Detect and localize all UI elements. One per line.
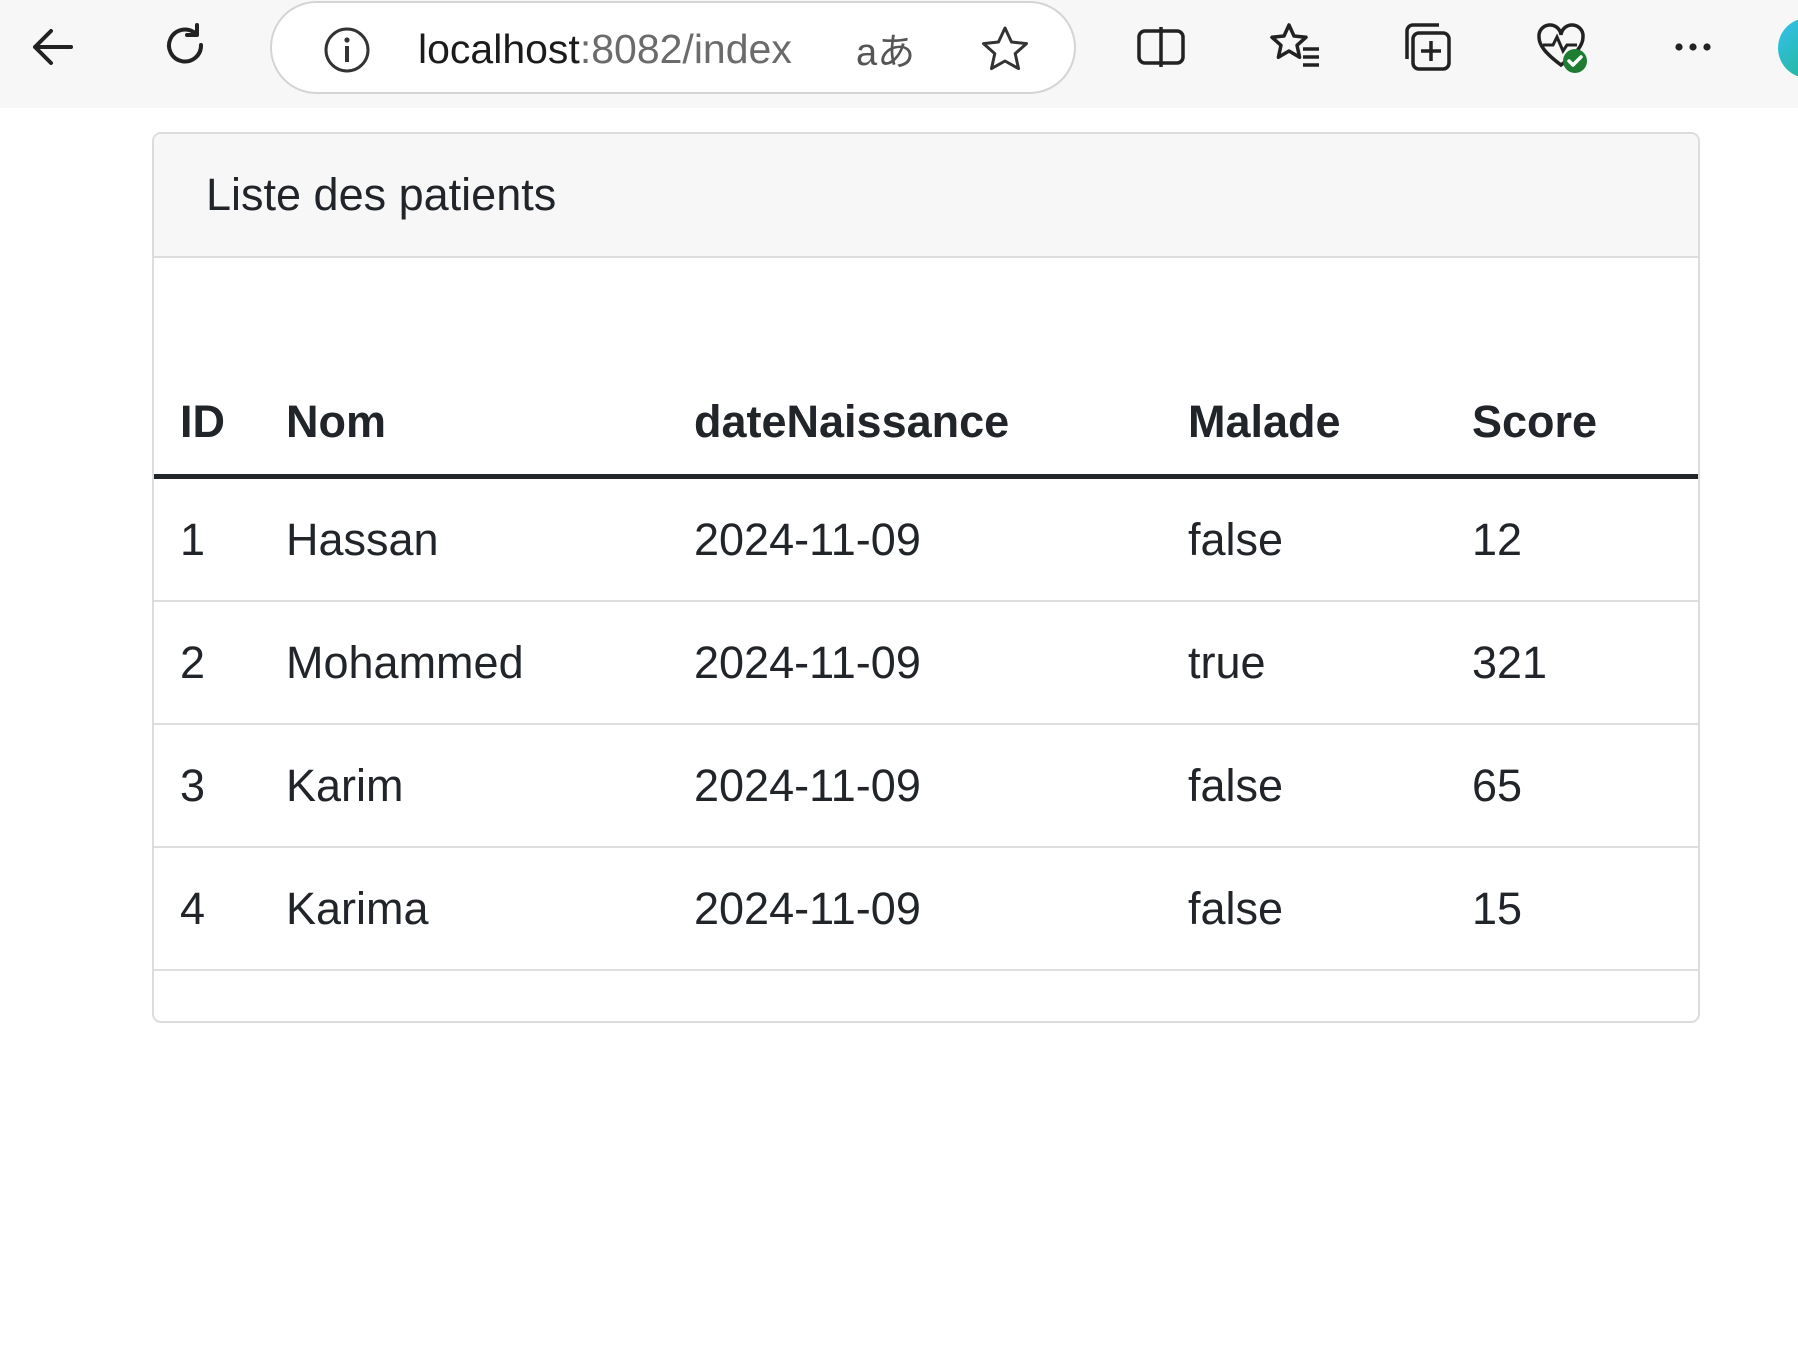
column-header-score: Score <box>1472 370 1698 479</box>
table-row: 3 Karim 2024-11-09 false 65 <box>154 724 1698 848</box>
split-screen-icon[interactable] <box>1128 14 1194 80</box>
cell-score: 321 <box>1472 601 1698 725</box>
cell-id: 2 <box>154 601 286 725</box>
site-info-icon[interactable] <box>322 25 372 75</box>
edge-copilot-icon[interactable] <box>1778 18 1798 78</box>
cell-score: 15 <box>1472 847 1698 971</box>
cell-score: 65 <box>1472 724 1698 848</box>
column-header-datenaissance: dateNaissance <box>694 370 1188 479</box>
card-header: Liste des patients <box>154 134 1698 258</box>
cell-datenaissance: 2024-11-09 <box>694 601 1188 725</box>
table-row: 1 Hassan 2024-11-09 false 12 <box>154 476 1698 602</box>
cell-malade: false <box>1188 476 1472 602</box>
cell-nom: Mohammed <box>286 601 694 725</box>
table-header-row: ID Nom dateNaissance Malade Score <box>154 370 1698 479</box>
address-bar[interactable]: localhost:8082/index aあ <box>270 1 1076 94</box>
back-arrow-icon[interactable] <box>20 14 86 80</box>
cell-datenaissance: 2024-11-09 <box>694 476 1188 602</box>
browser-toolbar: localhost:8082/index aあ <box>0 0 1798 108</box>
column-header-nom: Nom <box>286 370 694 479</box>
refresh-icon[interactable] <box>152 14 218 80</box>
cell-nom: Karim <box>286 724 694 848</box>
cell-id: 3 <box>154 724 286 848</box>
patients-card: Liste des patients ID Nom dateNaissance … <box>152 132 1700 1023</box>
cell-datenaissance: 2024-11-09 <box>694 724 1188 848</box>
table-row: 2 Mohammed 2024-11-09 true 321 <box>154 601 1698 725</box>
cell-malade: false <box>1188 724 1472 848</box>
cell-nom: Hassan <box>286 476 694 602</box>
cell-malade: false <box>1188 847 1472 971</box>
cell-nom: Karima <box>286 847 694 971</box>
cell-score: 12 <box>1472 476 1698 602</box>
table-row: 4 Karima 2024-11-09 false 15 <box>154 847 1698 971</box>
favorite-star-icon[interactable] <box>978 23 1032 77</box>
patients-table: ID Nom dateNaissance Malade Score 1 Hass… <box>154 370 1698 971</box>
cell-malade: true <box>1188 601 1472 725</box>
cell-id: 4 <box>154 847 286 971</box>
more-options-icon[interactable] <box>1660 14 1726 80</box>
column-header-malade: Malade <box>1188 370 1472 479</box>
collections-icon[interactable] <box>1394 14 1460 80</box>
browser-health-icon[interactable] <box>1528 14 1594 80</box>
cell-datenaissance: 2024-11-09 <box>694 847 1188 971</box>
favorites-icon[interactable] <box>1262 14 1328 80</box>
url-text[interactable]: localhost:8082/index <box>418 21 792 77</box>
column-header-id: ID <box>154 370 286 479</box>
translate-icon[interactable]: aあ <box>856 21 915 76</box>
cell-id: 1 <box>154 476 286 602</box>
